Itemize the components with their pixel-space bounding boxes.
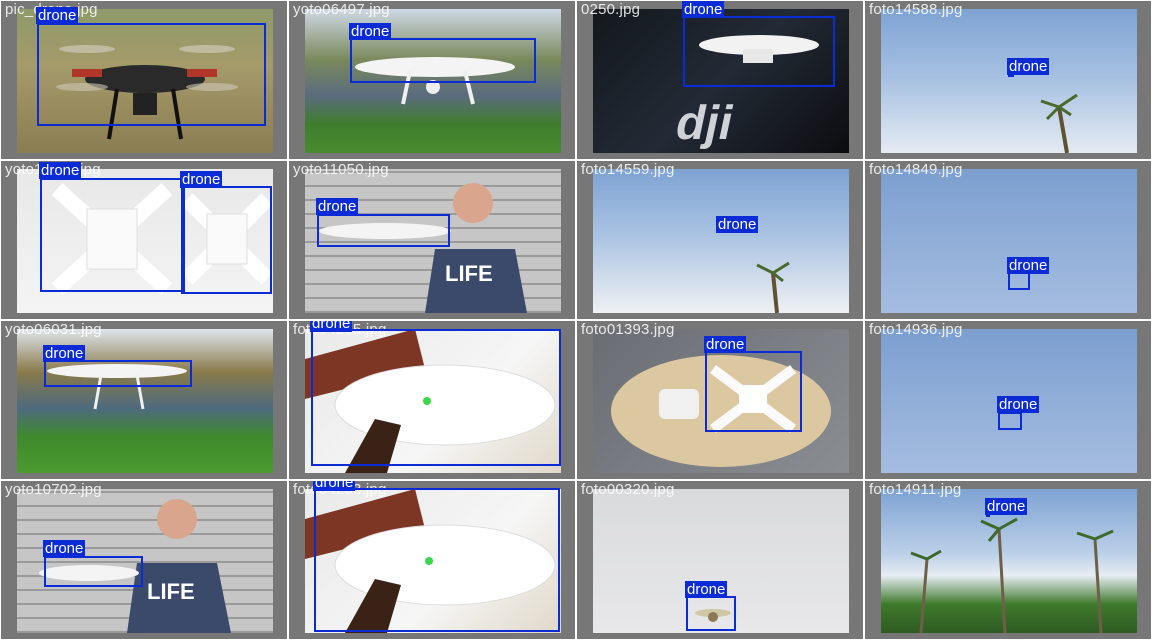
bounding-box[interactable]: [998, 412, 1022, 430]
bbox-label-2: drone: [180, 171, 223, 188]
filename-label: yoto06031.jpg: [5, 321, 102, 338]
detection-results-grid: pic_drone.jpg drone yoto06497.jpg drone …: [0, 0, 1152, 640]
bounding-box[interactable]: [705, 351, 802, 432]
tile-6[interactable]: LIFE yoto11050.jpg drone: [289, 161, 575, 319]
bounding-box[interactable]: [40, 178, 185, 292]
filename-label: 0250.jpg: [581, 1, 641, 18]
filename-label: foto14936.jpg: [869, 321, 963, 338]
tile-4[interactable]: foto14588.jpg drone: [865, 1, 1151, 159]
bbox-label: drone: [43, 540, 86, 557]
bbox-label: drone: [716, 216, 759, 233]
bounding-box[interactable]: [317, 214, 450, 247]
bbox-label: drone: [985, 498, 1028, 515]
bounding-box[interactable]: [37, 23, 266, 126]
filename-label: yoto06497.jpg: [293, 1, 390, 18]
bbox-label: drone: [1007, 257, 1050, 274]
filename-label: foto14559.jpg: [581, 161, 675, 178]
tile-12[interactable]: foto14936.jpg drone: [865, 321, 1151, 479]
filename-label: foto01393.jpg: [581, 321, 675, 338]
bounding-box-2[interactable]: [181, 186, 272, 294]
tile-3[interactable]: dji 0250.jpg drone: [577, 1, 863, 159]
bounding-box[interactable]: [311, 329, 561, 466]
tile-11[interactable]: foto01393.jpg drone: [577, 321, 863, 479]
bbox-label: drone: [310, 321, 353, 332]
bounding-box[interactable]: [686, 596, 736, 631]
photo-sky: [881, 169, 1137, 313]
tile-15[interactable]: foto00320.jpg drone: [577, 481, 863, 639]
tile-5[interactable]: yoto11009.jpg drone drone: [1, 161, 287, 319]
tile-1[interactable]: pic_drone.jpg drone: [1, 1, 287, 159]
bbox-label: drone: [39, 162, 82, 179]
filename-label: foto14849.jpg: [869, 161, 963, 178]
palm-image: [1040, 93, 1078, 153]
bbox-label: drone: [43, 345, 86, 362]
svg-text:LIFE: LIFE: [445, 261, 493, 286]
tile-14[interactable]: foto04293.jpg drone: [289, 481, 575, 639]
bbox-label: drone: [997, 396, 1040, 413]
tile-2[interactable]: yoto06497.jpg drone: [289, 1, 575, 159]
bounding-box[interactable]: [683, 16, 835, 87]
photo-sky-palm: [593, 169, 849, 313]
bbox-label: drone: [685, 581, 728, 598]
tile-10[interactable]: foto04235.jpg drone: [289, 321, 575, 479]
tile-13[interactable]: LIFE yoto10702.jpg drone: [1, 481, 287, 639]
bounding-box[interactable]: [44, 360, 192, 387]
bbox-label: drone: [682, 1, 725, 18]
bounding-box[interactable]: [314, 488, 560, 632]
svg-text:dji: dji: [671, 96, 738, 149]
bbox-label: drone: [316, 198, 359, 215]
tile-8[interactable]: foto14849.jpg drone: [865, 161, 1151, 319]
filename-label: foto00320.jpg: [581, 481, 675, 498]
filename-label: yoto11050.jpg: [293, 161, 389, 178]
tile-16[interactable]: foto14911.jpg drone: [865, 481, 1151, 639]
tile-9[interactable]: yoto06031.jpg drone: [1, 321, 287, 479]
filename-label: foto14911.jpg: [869, 481, 962, 498]
palm-image: [756, 261, 790, 313]
bbox-label: drone: [1007, 58, 1050, 75]
filename-label: yoto10702.jpg: [5, 481, 102, 498]
bbox-label: drone: [704, 336, 747, 353]
filename-label: foto14588.jpg: [869, 1, 963, 18]
bbox-label: drone: [36, 7, 79, 24]
photo-sky-palm: [881, 9, 1137, 153]
bounding-box[interactable]: [44, 556, 143, 587]
tile-7[interactable]: foto14559.jpg drone: [577, 161, 863, 319]
bbox-label: drone: [349, 23, 392, 40]
bounding-box[interactable]: [350, 38, 536, 83]
bbox-label: drone: [313, 481, 356, 491]
bounding-box[interactable]: [1008, 272, 1030, 290]
svg-text:LIFE: LIFE: [147, 579, 195, 604]
